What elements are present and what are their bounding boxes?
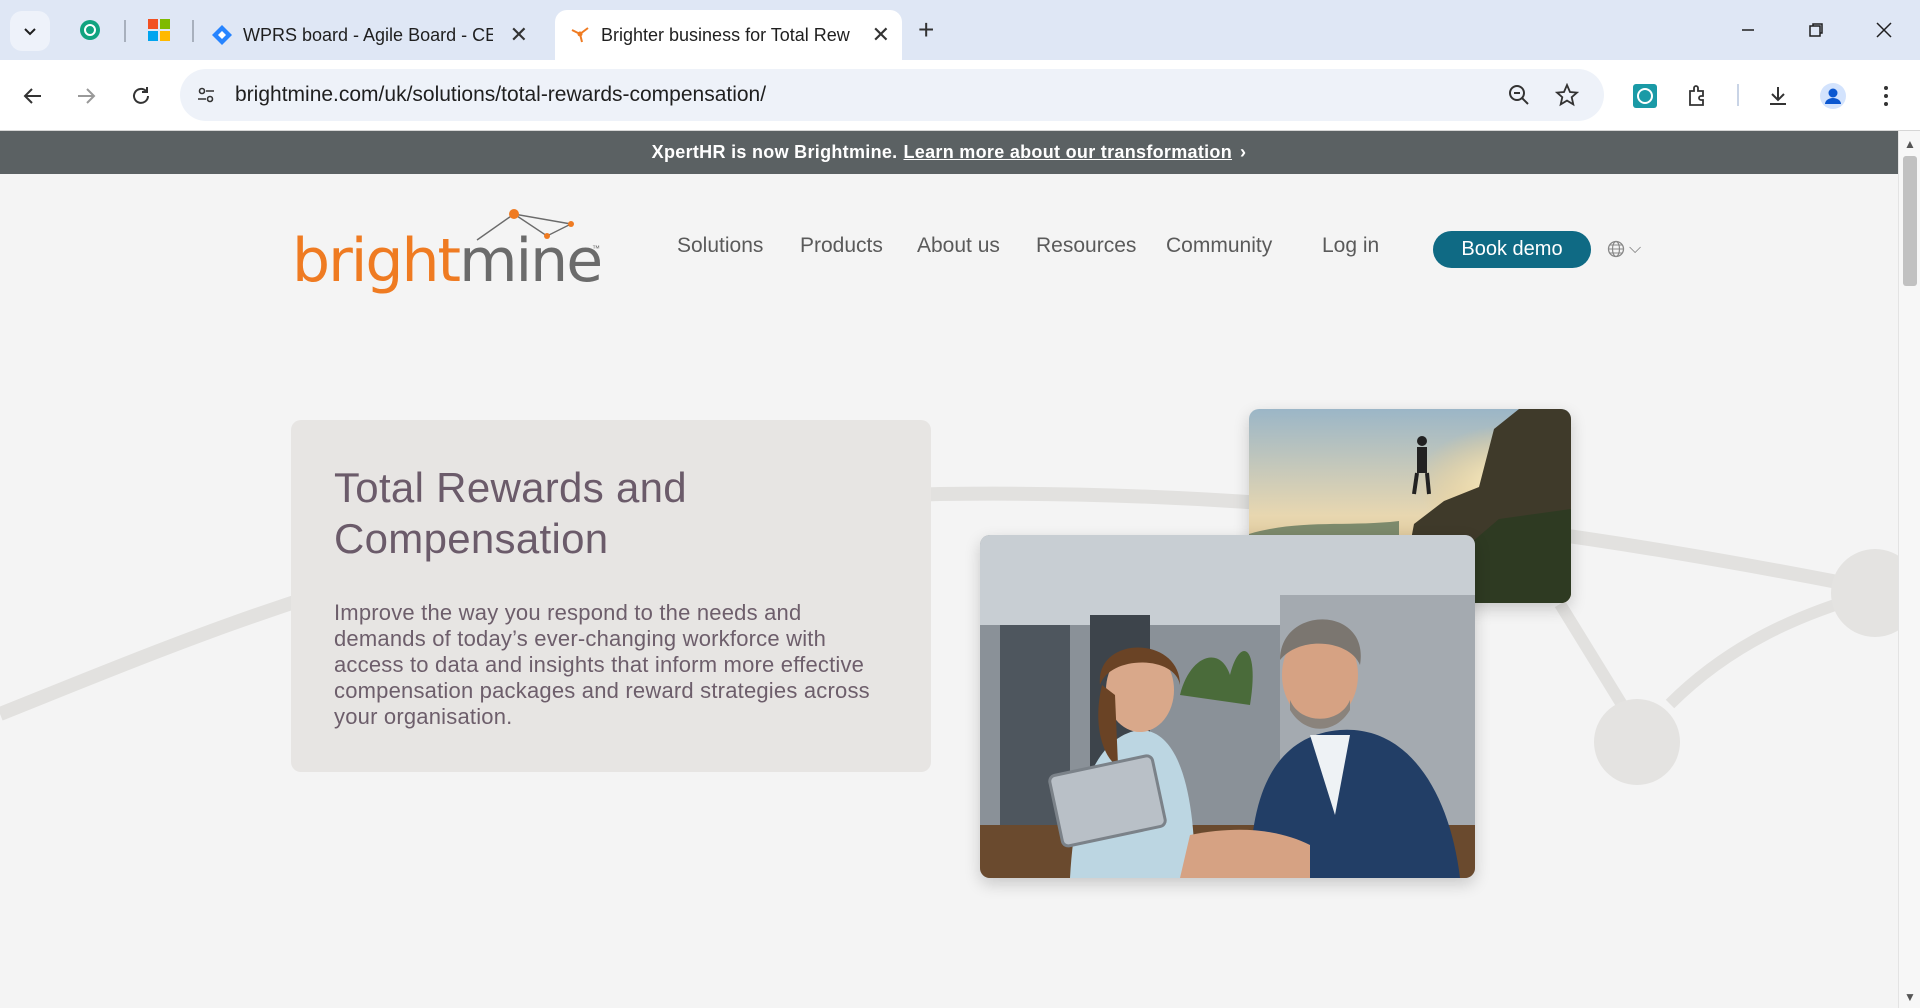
download-icon: [1770, 87, 1786, 105]
scroll-thumb[interactable]: [1903, 156, 1917, 286]
bookmark-star-icon[interactable]: [1551, 79, 1583, 111]
hero-image-business-meeting: [980, 535, 1475, 878]
close-window-button[interactable]: [1854, 10, 1914, 50]
back-icon: [23, 88, 41, 104]
nav-solutions[interactable]: Solutions: [677, 234, 763, 258]
nav-products[interactable]: Products: [800, 234, 883, 258]
tab-separator: [124, 20, 126, 42]
site-settings-icon[interactable]: [190, 79, 222, 111]
language-selector[interactable]: ⌵: [1607, 240, 1641, 258]
chatgpt-icon: [80, 20, 100, 40]
background-network-decoration: [0, 486, 1898, 785]
minimize-icon: [1742, 29, 1754, 31]
tab-title: Brighter business for Total Rew: [601, 24, 850, 45]
brightmine-logo[interactable]: brightmine ™: [292, 206, 603, 296]
browser-toolbar: brightmine.com/uk/solutions/total-reward…: [0, 60, 1920, 131]
tab-wprs-board[interactable]: WPRS board - Agile Board - CE ✕: [205, 10, 540, 60]
zoom-icon[interactable]: [1503, 79, 1535, 111]
downloads-button[interactable]: [1758, 76, 1798, 116]
brightmine-favicon: [571, 27, 589, 43]
tab-separator: [192, 20, 194, 42]
scroll-down-arrow-icon[interactable]: ▼: [1904, 990, 1916, 1004]
hero-title: Total Rewards and Compensation: [334, 464, 687, 562]
login-link[interactable]: Log in: [1322, 234, 1379, 258]
close-tab-icon[interactable]: ✕: [872, 22, 890, 48]
nav-resources[interactable]: Resources: [1036, 234, 1136, 258]
browser-menu-button[interactable]: [1866, 76, 1906, 116]
restore-button[interactable]: [1786, 10, 1846, 50]
toolbar-separator: [1737, 84, 1739, 106]
announcement-bar: XpertHR is now Brightmine. Learn more ab…: [0, 131, 1898, 174]
chevron-down-icon: [24, 28, 36, 36]
tab-strip: WPRS board - Agile Board - CE ✕ Brighter…: [0, 0, 1920, 60]
microsoft-icon: [148, 19, 170, 41]
jira-icon: [212, 25, 232, 45]
book-demo-button[interactable]: Book demo: [1433, 231, 1591, 268]
new-tab-button[interactable]: +: [918, 14, 934, 46]
tab-title: WPRS board - Agile Board - CE: [243, 24, 493, 45]
pinned-tab-chatgpt[interactable]: [74, 14, 106, 46]
extension-icon: [1633, 84, 1657, 108]
tab-brightmine[interactable]: Brighter business for Total Rew ✕: [555, 10, 902, 60]
chevron-right-icon: ›: [1240, 142, 1247, 162]
forward-button[interactable]: [66, 76, 106, 116]
pinned-tab-microsoft[interactable]: [143, 14, 175, 46]
menu-icon: [1884, 86, 1888, 106]
logo-trademark: ™: [592, 244, 600, 253]
tab-search-button[interactable]: [10, 11, 50, 51]
page-scrollbar[interactable]: ▲ ▼: [1898, 131, 1920, 1008]
url-text[interactable]: brightmine.com/uk/solutions/total-reward…: [235, 83, 766, 107]
close-icon: [1876, 22, 1892, 38]
page-content: brightmine ™ Solutions Products About us…: [0, 174, 1898, 979]
reload-icon: [133, 87, 149, 104]
minimize-button[interactable]: [1718, 10, 1778, 50]
extensions-menu-button[interactable]: [1678, 76, 1718, 116]
extension-button[interactable]: [1625, 76, 1665, 116]
hero-card: Total Rewards and Compensation Improve t…: [291, 420, 931, 772]
forward-icon: [78, 88, 96, 104]
address-bar[interactable]: brightmine.com/uk/solutions/total-reward…: [180, 69, 1604, 121]
globe-icon: [1607, 240, 1625, 258]
puzzle-icon: [1689, 85, 1704, 106]
close-tab-icon[interactable]: ✕: [510, 22, 528, 48]
nav-about-us[interactable]: About us: [917, 234, 1000, 258]
nav-community[interactable]: Community: [1166, 234, 1272, 258]
back-button[interactable]: [13, 76, 53, 116]
hero-description: Improve the way you respond to the needs…: [334, 600, 870, 729]
profile-button[interactable]: [1813, 76, 1853, 116]
announcement-link[interactable]: Learn more about our transformation: [903, 142, 1232, 163]
logo-wordmark: brightmine: [292, 226, 603, 296]
reload-button[interactable]: [121, 76, 161, 116]
chevron-down-icon: ⌵: [1629, 240, 1642, 257]
restore-icon: [1809, 23, 1823, 37]
scroll-up-arrow-icon[interactable]: ▲: [1904, 137, 1916, 151]
profile-icon: [1820, 83, 1846, 109]
announcement-text: XpertHR is now Brightmine.: [651, 142, 898, 162]
